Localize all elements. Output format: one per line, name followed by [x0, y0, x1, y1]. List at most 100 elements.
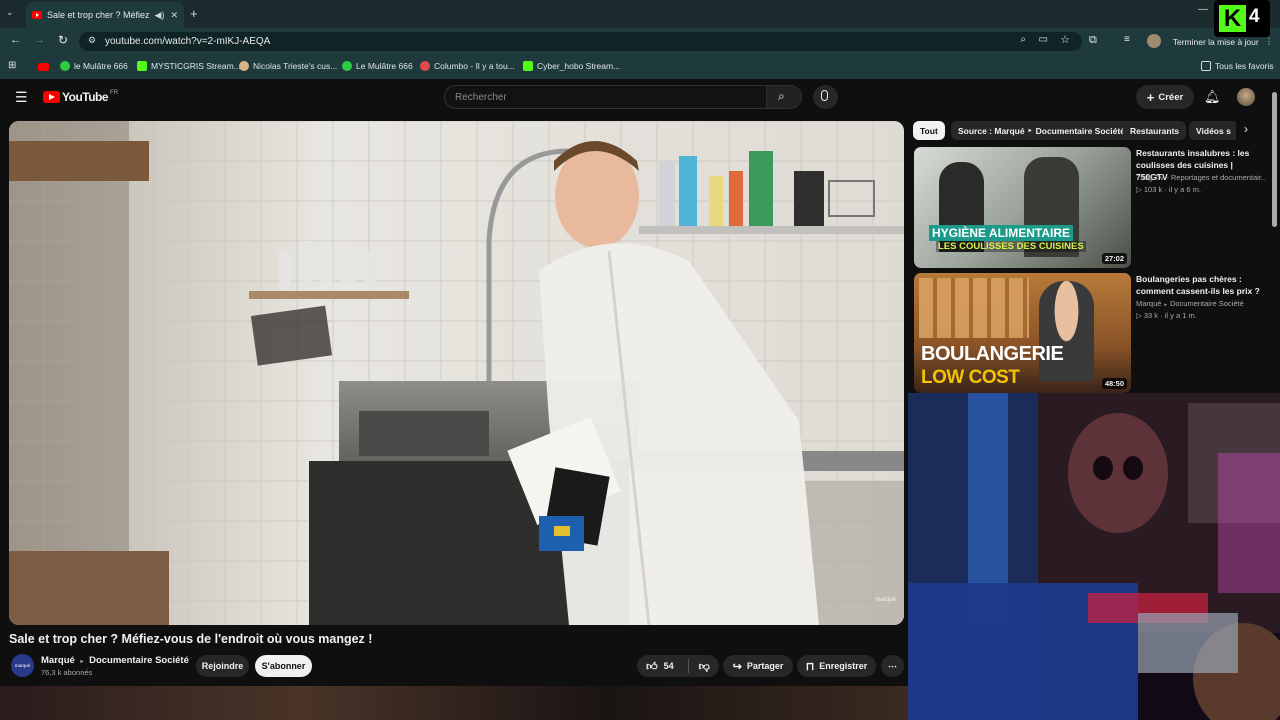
video-thumbnail[interactable]: HYGIÈNE ALIMENTAIRE LES COULISSES DES CU… [914, 147, 1131, 268]
channel-avatar-text: marqué [14, 663, 31, 668]
youtube-bookmark-icon[interactable] [38, 63, 49, 71]
recommended-channel[interactable]: Marqué ▸ Documentaire Société [1136, 299, 1266, 308]
url-text: youtube.com/watch?v=2-mIKJ-AEQA [105, 36, 271, 47]
create-label: Créer [1158, 91, 1184, 103]
cast-icon[interactable]: ▭ [1039, 34, 1048, 45]
webcam-frame [908, 393, 1280, 720]
view-count: 103 k [1143, 185, 1163, 194]
extensions-icon[interactable]: ⧉ [1089, 34, 1097, 47]
bookmark-star-icon[interactable]: ☆ [1060, 33, 1070, 46]
youtube-favicon-icon [32, 11, 42, 19]
video-player[interactable]: marqué [9, 121, 904, 625]
bookmark-item[interactable]: MYSTICGRIS Stream... [137, 61, 241, 71]
search-input[interactable]: Rechercher [444, 85, 767, 109]
recommended-video[interactable]: HYGIÈNE ALIMENTAIRE LES COULISSES DES CU… [914, 147, 1270, 268]
channel-label: Marqué [1136, 299, 1162, 308]
menu-dots-icon[interactable]: ⋮ [1265, 36, 1274, 47]
upload-age: il y a 6 m. [1168, 185, 1201, 194]
profile-avatar[interactable] [1147, 34, 1161, 48]
bookmark-label: le Mulâtre 666 [74, 61, 128, 71]
apps-grid-icon[interactable]: ⊞ [8, 60, 16, 71]
avatar-icon [239, 61, 249, 71]
bookmark-item[interactable]: le Mulâtre 666 [60, 61, 128, 71]
more-actions-button[interactable]: ⋯ [881, 655, 904, 677]
youtube-wordmark: YouTube [62, 90, 109, 104]
channel-category-label: Documentaire Société [89, 655, 189, 666]
tab-search-icon[interactable]: ⌄ [6, 7, 20, 21]
video-title: Sale et trop cher ? Méfiez-vous de l'end… [9, 632, 373, 646]
notifications-bell-icon[interactable]: 🔔︎ [1204, 89, 1221, 105]
chip-label: Restaurants [1130, 125, 1180, 136]
play-icon [60, 61, 70, 71]
kick-icon [137, 61, 147, 71]
youtube-logo[interactable]: YouTube FR [43, 90, 118, 104]
bookmark-item[interactable]: Nicolas Trieste's cus... [239, 61, 337, 71]
subscribe-label: S'abonner [261, 661, 306, 671]
more-dots-icon: ⋯ [888, 660, 897, 671]
chip-restaurants[interactable]: Restaurants [1123, 121, 1187, 140]
search-button[interactable]: ⌕ [766, 85, 802, 109]
share-icon: ↪ [732, 660, 742, 673]
tab-close-icon[interactable]: ✕ [170, 10, 178, 21]
logo-letter: K [1223, 5, 1242, 32]
forward-icon[interactable]: → [34, 34, 45, 46]
recommended-video-title[interactable]: Boulangeries pas chères : comment cassen… [1136, 273, 1266, 297]
dislike-button[interactable]: 👎︎ [699, 660, 710, 673]
user-avatar[interactable] [1237, 88, 1255, 106]
minimize-icon[interactable]: — [1198, 4, 1208, 15]
channel-category-label: Documentaire Société [1169, 299, 1244, 308]
search-icon: ⌕ [778, 89, 785, 103]
site-info-icon[interactable]: ⚙ [88, 35, 96, 46]
create-button[interactable]: + Créer [1136, 85, 1194, 109]
bookmark-label: Columbo - Il y a tou... [434, 61, 515, 71]
thumbnail-text: LES COULISSES DES CUISINES [938, 241, 1084, 252]
chips-next-arrow-icon[interactable]: › [1236, 122, 1256, 140]
channel-avatar[interactable]: marqué [11, 654, 34, 677]
triangle-icon: ▸ [1028, 128, 1032, 134]
share-button[interactable]: ↪ Partager [723, 655, 793, 677]
save-label: Enregistrer [819, 661, 868, 671]
address-bar[interactable]: ⚙ youtube.com/watch?v=2-mIKJ-AEQA ⌕ ▭ ☆ [79, 32, 1082, 51]
all-bookmarks[interactable]: Tous les favoris [1201, 61, 1274, 71]
browser-tab-active[interactable]: Sale et trop cher ? Méfiez-v ◀) ✕ [26, 2, 184, 28]
update-button-label: Terminer la mise à jour [1172, 36, 1259, 47]
new-tab-icon[interactable]: + [190, 6, 198, 21]
like-count: 54 [663, 661, 674, 671]
join-label: Rejoindre [201, 661, 244, 671]
stream-logo: K 4 [1214, 0, 1270, 37]
hamburger-menu-icon[interactable]: ☰ [15, 89, 28, 106]
kick-icon [523, 61, 533, 71]
like-button[interactable]: 👍︎ 54 [646, 660, 674, 673]
thumbnail-caption: BOULANGERIE [921, 343, 1064, 366]
bookmark-item[interactable]: Cyber_hobo Stream... [523, 61, 620, 71]
speaker-icon[interactable]: ◀) [155, 10, 165, 21]
reload-icon[interactable]: ↻ [58, 33, 68, 47]
channel-name-label: Marqué [41, 655, 75, 666]
zoom-icon[interactable]: ⌕ [1020, 34, 1026, 45]
video-frame [9, 121, 904, 625]
back-icon[interactable]: ← [10, 34, 21, 46]
thumbnail-caption: HYGIÈNE ALIMENTAIRE [929, 225, 1074, 241]
thumbnail-baguettes [919, 278, 1029, 338]
browser-tab-bar: ⌄ Sale et trop cher ? Méfiez-v ◀) ✕ + — [0, 0, 1280, 28]
scrollbar[interactable] [1272, 92, 1277, 227]
triangle-icon: ▸ [80, 659, 84, 665]
bookmark-item[interactable]: Columbo - Il y a tou... [420, 61, 515, 71]
media-controls-icon[interactable]: ≡ [1124, 34, 1130, 45]
thumbnail-text: BOULANGERIE [921, 343, 1064, 365]
chip-all[interactable]: Tout [913, 121, 945, 140]
join-button[interactable]: Rejoindre [196, 655, 249, 677]
voice-search-button[interactable] [813, 85, 838, 109]
recommended-video[interactable]: BOULANGERIE LOW COST 48:50 Boulangeries … [914, 273, 1270, 393]
subscribe-button[interactable]: S'abonner [255, 655, 312, 677]
video-watermark: marqué [875, 597, 896, 603]
bookmark-item[interactable]: Le Mulâtre 666 [342, 61, 413, 71]
thumbs-down-icon: 👎︎ [698, 660, 710, 673]
video-thumbnail[interactable]: BOULANGERIE LOW COST 48:50 [914, 273, 1131, 393]
recommended-channel[interactable]: 750g TV - Reportages et documentair... [1136, 173, 1266, 182]
avatar-icon [420, 61, 430, 71]
chip-videos[interactable]: Vidéos s [1189, 121, 1238, 140]
channel-name[interactable]: Marqué ▸ Documentaire Société [41, 655, 189, 666]
save-button[interactable]: ⊓ Enregistrer [797, 655, 876, 677]
chip-source[interactable]: Source : Marqué ▸ Documentaire Société [951, 121, 1132, 140]
